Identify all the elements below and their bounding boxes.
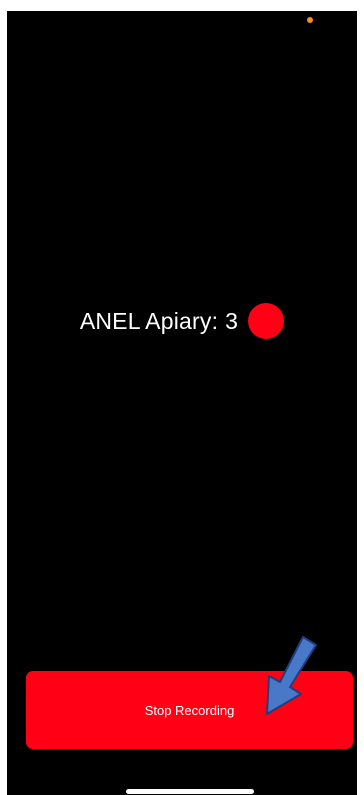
privacy-indicator-dot bbox=[307, 17, 313, 23]
apiary-label: ANEL Apiary: bbox=[79, 307, 219, 334]
recording-indicator-dot bbox=[248, 303, 285, 339]
home-indicator[interactable] bbox=[126, 789, 254, 794]
stop-recording-button[interactable]: Stop Recording bbox=[26, 671, 353, 749]
stop-recording-label: Stop Recording bbox=[144, 702, 235, 718]
recording-status: ANEL Apiary: 3 bbox=[7, 301, 357, 341]
apiary-count: 3 bbox=[225, 307, 239, 334]
app-screen: ANEL Apiary: 3 Stop Recording bbox=[7, 11, 357, 795]
